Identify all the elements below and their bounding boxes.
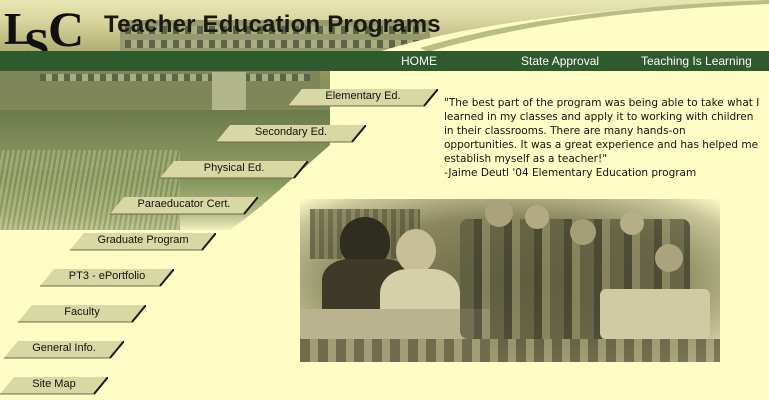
menu-item-physical-ed[interactable]: Physical Ed. (160, 161, 308, 179)
menu-item-label: Site Map (32, 378, 76, 390)
menu-item-faculty[interactable]: Faculty (18, 305, 146, 323)
menu-item-pt3-eportfolio[interactable]: PT3 - ePortfolio (40, 269, 174, 287)
menu-item-elementary-ed[interactable]: Elementary Ed. (288, 89, 438, 107)
menu-item-label: General Info. (32, 342, 96, 354)
menu-item-label: Graduate Program (97, 234, 189, 246)
menu-item-label: Physical Ed. (203, 162, 265, 174)
menu-item-label: Faculty (64, 306, 100, 318)
testimonial: "The best part of the program was being … (444, 96, 762, 180)
menu-item-secondary-ed[interactable]: Secondary Ed. (216, 125, 366, 143)
testimonial-quote: "The best part of the program was being … (444, 97, 760, 165)
menu-item-graduate-program[interactable]: Graduate Program (70, 233, 216, 251)
testimonial-attribution: -Jaime Deutl '04 Elementary Education pr… (444, 167, 697, 179)
grass (0, 150, 180, 230)
menu-item-label: PT3 - ePortfolio (68, 270, 146, 282)
menu-item-label: Paraeducator Cert. (137, 198, 231, 210)
menu-item-label: Elementary Ed. (325, 90, 401, 102)
nav-state-approval-link[interactable]: State Approval (521, 54, 599, 68)
building-windows (40, 74, 310, 81)
building-windows (125, 40, 425, 48)
menu-item-paraeducator-cert[interactable]: Paraeducator Cert. (110, 197, 258, 215)
students-classroom-photo (300, 199, 720, 362)
nav-teaching-is-learning-link[interactable]: Teaching Is Learning (641, 54, 752, 68)
menu-item-general-info[interactable]: General Info. (4, 341, 124, 359)
menu-item-site-map[interactable]: Site Map (0, 377, 108, 395)
menu-item-label: Secondary Ed. (254, 126, 328, 138)
page-title: Teacher Education Programs (104, 11, 441, 38)
svg-text:C: C (48, 2, 84, 57)
nav-home-link[interactable]: HOME (401, 54, 437, 68)
